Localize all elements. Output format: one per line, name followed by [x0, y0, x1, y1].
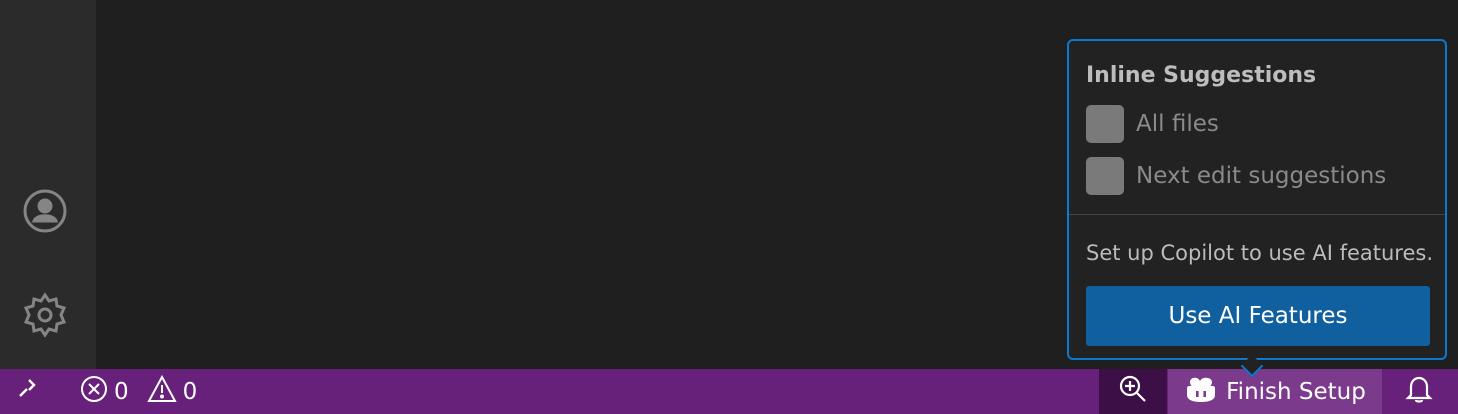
copilot-popup: Inline Suggestions All files Next edit s… [1067, 39, 1447, 360]
all-files-label: All files [1136, 111, 1219, 137]
setup-message: Set up Copilot to use AI features. [1086, 241, 1434, 265]
popup-title: Inline Suggestions [1086, 63, 1317, 88]
zoom-in-icon [1118, 374, 1148, 410]
next-edit-suggestions-checkbox-row[interactable]: Next edit suggestions [1086, 157, 1386, 195]
errors-count: 0 [114, 378, 129, 405]
problems-indicator[interactable]: 0 0 [80, 369, 209, 414]
next-edit-suggestions-label: Next edit suggestions [1136, 163, 1387, 189]
status-bar: 0 0 Finish Setup [0, 369, 1458, 414]
remote-icon [16, 376, 42, 408]
copilot-status-label: Finish Setup [1226, 378, 1366, 405]
popup-divider [1069, 214, 1445, 215]
remote-indicator[interactable] [0, 369, 58, 414]
zoom-button[interactable] [1099, 369, 1167, 414]
all-files-checkbox-row[interactable]: All files [1086, 105, 1219, 143]
warning-icon [146, 374, 177, 409]
error-icon [80, 375, 108, 409]
gear-icon[interactable] [20, 290, 70, 340]
notifications-button[interactable] [1384, 369, 1454, 414]
activity-bar [0, 0, 96, 369]
use-ai-features-button[interactable]: Use AI Features [1086, 286, 1430, 346]
copilot-status-button[interactable]: Finish Setup [1168, 369, 1382, 414]
all-files-checkbox[interactable] [1086, 105, 1124, 143]
account-icon[interactable] [20, 186, 70, 236]
next-edit-suggestions-checkbox[interactable] [1086, 157, 1124, 195]
warnings-count: 0 [182, 378, 198, 405]
bell-icon [1405, 374, 1433, 410]
copilot-icon [1184, 374, 1218, 410]
